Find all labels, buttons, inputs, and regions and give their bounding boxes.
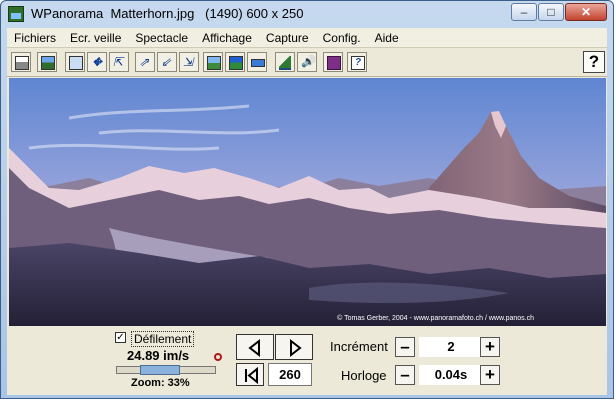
- strip-icon: [251, 59, 265, 67]
- previous-button[interactable]: [236, 334, 274, 360]
- strip-button[interactable]: [247, 52, 267, 72]
- shrink-left-button[interactable]: ⇱: [109, 52, 129, 72]
- book-button[interactable]: [323, 52, 343, 72]
- photo-credit: © Tomas Gerber, 2004 - www.panoramafoto.…: [337, 315, 534, 322]
- help-doc-button[interactable]: ?: [347, 52, 367, 72]
- image-button[interactable]: [37, 52, 57, 72]
- mountain-button[interactable]: [275, 52, 295, 72]
- speed-indicator-icon: [214, 353, 222, 361]
- shrink-left-icon: ⇱: [113, 55, 124, 69]
- minimize-button[interactable]: –: [511, 3, 537, 21]
- window-icon: [69, 56, 83, 70]
- landscape-blue-icon: [229, 56, 243, 70]
- increment-minus-button[interactable]: –: [395, 337, 415, 357]
- move-icon: ✥: [91, 55, 103, 69]
- window-button[interactable]: [65, 52, 85, 72]
- increment-plus-button[interactable]: +: [480, 337, 500, 357]
- matterhorn-panorama: [9, 78, 606, 326]
- client-area: Fichiers Ecr. veille Spectacle Affichage…: [7, 28, 607, 395]
- expand-icon: ⇗: [139, 55, 150, 69]
- image-icon: [41, 56, 55, 70]
- menu-fichiers[interactable]: Fichiers: [7, 28, 63, 48]
- book-icon: [327, 56, 341, 70]
- speed-readout: 24.89 im/s: [127, 348, 190, 363]
- title-bar[interactable]: WPanorama Matterhorn.jpg (1490) 600 x 25…: [1, 1, 613, 27]
- shrink-button[interactable]: ⇙: [157, 52, 177, 72]
- control-panel: ✓ Défilement 24.89 im/s Zoom: 33% 260 In…: [7, 327, 607, 395]
- application-window: WPanorama Matterhorn.jpg (1490) 600 x 25…: [0, 0, 614, 399]
- maximize-button[interactable]: □: [538, 3, 564, 21]
- menu-spectacle[interactable]: Spectacle: [128, 28, 195, 48]
- help-doc-icon: ?: [351, 56, 365, 70]
- triangle-right-icon: [290, 338, 302, 358]
- expand-right-button[interactable]: ⇲: [179, 52, 199, 72]
- sound-icon: 🔊: [301, 56, 315, 68]
- scroll-checkbox[interactable]: ✓: [115, 332, 126, 343]
- print-button[interactable]: [11, 52, 31, 72]
- increment-label: Incrément: [330, 339, 388, 354]
- expand-right-icon: ⇲: [183, 55, 194, 69]
- menu-bar: Fichiers Ecr. veille Spectacle Affichage…: [7, 28, 607, 48]
- close-button[interactable]: ✕: [565, 3, 607, 21]
- help-button[interactable]: ?: [583, 51, 605, 73]
- move-button[interactable]: ✥: [87, 52, 107, 72]
- triangle-left-icon: [248, 338, 260, 358]
- next-button[interactable]: [275, 334, 313, 360]
- landscape-icon: [207, 56, 221, 70]
- zoom-slider[interactable]: [116, 365, 216, 375]
- sound-button[interactable]: 🔊: [297, 52, 317, 72]
- first-frame-button[interactable]: [236, 363, 264, 386]
- mountain-icon: [279, 56, 291, 70]
- panorama-image[interactable]: © Tomas Gerber, 2004 - www.panoramafoto.…: [9, 78, 606, 326]
- app-icon[interactable]: [8, 6, 24, 22]
- menu-aide[interactable]: Aide: [368, 28, 406, 48]
- clock-label: Horloge: [341, 368, 387, 383]
- clock-plus-button[interactable]: +: [480, 365, 500, 385]
- print-icon: [15, 56, 29, 70]
- landscape-blue-button[interactable]: [225, 52, 245, 72]
- frame-counter: 260: [268, 363, 312, 386]
- shrink-icon: ⇙: [161, 55, 172, 69]
- menu-affichage[interactable]: Affichage: [195, 28, 259, 48]
- increment-value: 2: [419, 337, 483, 357]
- menu-config[interactable]: Config.: [316, 28, 368, 48]
- zoom-label: Zoom: 33%: [131, 377, 190, 389]
- window-title: WPanorama Matterhorn.jpg (1490) 600 x 25…: [31, 6, 304, 21]
- clock-minus-button[interactable]: –: [395, 365, 415, 385]
- toolbar: ✥ ⇱ ⇗ ⇙ ⇲ 🔊 ? ?: [7, 48, 607, 77]
- expand-button[interactable]: ⇗: [135, 52, 155, 72]
- landscape-button[interactable]: [203, 52, 223, 72]
- menu-ecr-veille[interactable]: Ecr. veille: [63, 28, 128, 48]
- skip-start-icon: [245, 366, 258, 385]
- clock-value: 0.04s: [419, 365, 483, 385]
- menu-capture[interactable]: Capture: [259, 28, 316, 48]
- zoom-slider-thumb[interactable]: [140, 365, 180, 375]
- scroll-label[interactable]: Défilement: [131, 331, 195, 347]
